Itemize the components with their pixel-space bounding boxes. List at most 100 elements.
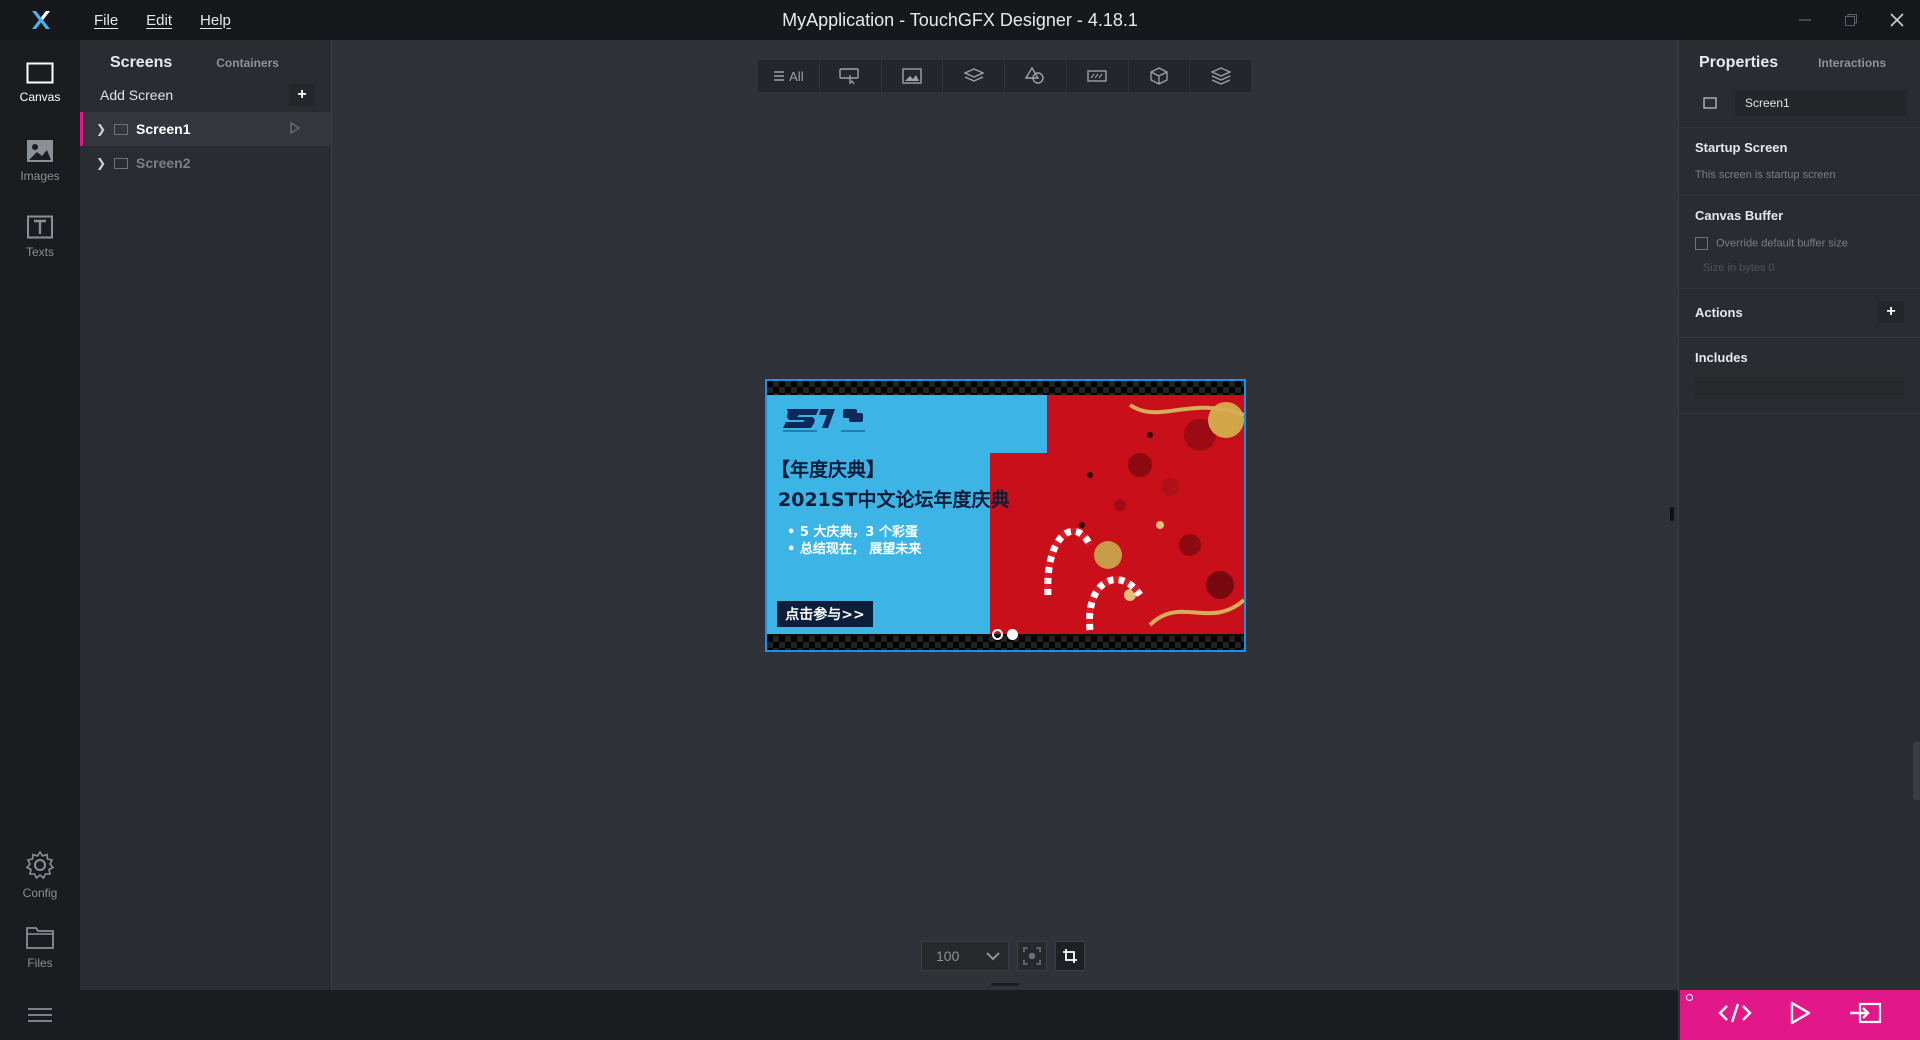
zoom-select[interactable]: 100	[921, 941, 1009, 971]
title-bar: File Edit Help MyApplication - TouchGFX …	[0, 0, 1920, 40]
filter-misc-button[interactable]	[1190, 60, 1251, 92]
nav-files[interactable]: Files	[0, 912, 80, 982]
canvas-area[interactable]: All 【年度庆典】 2021ST中文论坛年度庆典 • 5 大庆典，3 个彩蛋 …	[333, 40, 1677, 990]
menu-bar: File Edit Help	[80, 12, 245, 29]
filter-shapes-button[interactable]	[1005, 60, 1067, 92]
fit-to-screen-button[interactable]	[1017, 941, 1047, 971]
tab-containers[interactable]: Containers	[216, 56, 279, 78]
crop-icon	[1063, 949, 1077, 963]
run-on-target-icon	[1850, 1002, 1882, 1023]
touchgfx-logo-icon	[0, 0, 80, 40]
filter-input-button[interactable]	[1067, 60, 1129, 92]
tab-properties[interactable]: Properties	[1699, 54, 1778, 78]
layers-icon	[963, 68, 984, 82]
image-widget-icon	[902, 68, 922, 84]
minimize-button[interactable]	[1782, 0, 1828, 40]
screen-item-screen2[interactable]: ❯ Screen2	[80, 146, 331, 180]
includes-field[interactable]	[1695, 377, 1904, 399]
chevron-right-icon[interactable]: ❯	[96, 122, 108, 136]
buffer-size-field: Size in bytes 0	[1703, 262, 1775, 274]
hamburger-icon	[28, 1008, 52, 1022]
override-buffer-checkbox[interactable]	[1695, 237, 1708, 250]
close-button[interactable]	[1874, 0, 1920, 40]
gear-icon	[25, 850, 55, 880]
override-buffer-row: Override default buffer size	[1695, 237, 1904, 250]
page-indicator[interactable]	[992, 629, 1018, 640]
page-dot-active[interactable]	[1007, 629, 1018, 640]
zoom-value: 100	[936, 948, 960, 964]
right-edge-handle[interactable]	[1913, 742, 1920, 800]
filter-3d-button[interactable]	[1129, 60, 1191, 92]
nav-texts-label: Texts	[25, 245, 54, 259]
chevron-right-icon[interactable]: ❯	[96, 156, 108, 170]
transparent-strip	[767, 381, 1244, 395]
filter-all-button[interactable]: All	[758, 60, 820, 92]
filter-interaction-button[interactable]	[820, 60, 882, 92]
widget-toolbar: All	[758, 60, 1251, 92]
run-target-button[interactable]	[1848, 1001, 1882, 1030]
list-icon	[774, 71, 785, 81]
includes-title: Includes	[1695, 350, 1748, 365]
generate-code-button[interactable]	[1718, 1002, 1752, 1029]
screen-name-row: Screen1	[1679, 78, 1920, 128]
window-controls	[1782, 0, 1920, 40]
restore-button[interactable]	[1828, 0, 1874, 40]
3d-box-icon	[1150, 67, 1168, 85]
properties-splitter-handle[interactable]	[1670, 507, 1674, 521]
menu-file[interactable]: File	[80, 12, 132, 29]
add-action-button[interactable]: +	[1878, 301, 1904, 323]
menu-help[interactable]: Help	[186, 12, 245, 29]
menu-hamburger-button[interactable]	[0, 990, 80, 1040]
add-screen-label: Add Screen	[100, 87, 174, 103]
nav-canvas[interactable]: Canvas	[0, 48, 80, 118]
status-bar	[80, 990, 1678, 1040]
banner-image[interactable]: 【年度庆典】 2021ST中文论坛年度庆典 • 5 大庆典，3 个彩蛋 • 总结…	[767, 395, 1244, 634]
focus-icon	[1023, 947, 1041, 965]
text-icon	[27, 215, 53, 239]
nav-texts[interactable]: Texts	[0, 202, 80, 272]
shapes-icon	[1025, 67, 1045, 84]
interaction-icon	[839, 68, 859, 85]
banner-cta-button[interactable]: 点击参与>>	[777, 601, 873, 627]
zoom-controls: 100	[921, 941, 1085, 971]
crop-button[interactable]	[1055, 941, 1085, 971]
screens-tabs: Screens Containers	[80, 40, 331, 78]
screens-panel: Screens Containers Add Screen + ❯ Screen…	[80, 40, 332, 990]
properties-panel: Properties Interactions Screen1 Startup …	[1678, 40, 1920, 990]
screen-box-icon	[114, 123, 128, 135]
add-screen-row: Add Screen +	[80, 78, 331, 112]
play-icon	[1790, 1001, 1811, 1024]
keyboard-icon	[1087, 70, 1107, 82]
screen-box-icon	[1703, 96, 1717, 109]
filter-containers-button[interactable]	[943, 60, 1005, 92]
nav-images[interactable]: Images	[0, 126, 80, 196]
banner-title-2: 2021ST中文论坛年度庆典	[778, 489, 1010, 511]
nav-images-label: Images	[20, 169, 60, 183]
screen-name-input[interactable]: Screen1	[1735, 89, 1907, 116]
run-simulator-button[interactable]	[1788, 1001, 1812, 1030]
panel-splitter-handle[interactable]	[991, 983, 1019, 986]
page-dot[interactable]	[992, 629, 1003, 640]
nav-config[interactable]: Config	[0, 840, 80, 910]
filter-images-button[interactable]	[882, 60, 944, 92]
startup-play-icon[interactable]	[289, 122, 301, 134]
screen-name: Screen2	[136, 155, 191, 171]
menu-edit[interactable]: Edit	[132, 12, 186, 29]
nav-config-label: Config	[22, 886, 58, 900]
startup-screen-text: This screen is startup screen	[1695, 169, 1836, 181]
left-nav: Canvas Images Texts Config Files	[0, 40, 80, 1040]
add-screen-button[interactable]: +	[289, 84, 315, 106]
actions-section: Actions +	[1679, 289, 1920, 338]
properties-tabs: Properties Interactions	[1679, 40, 1920, 78]
screen-item-screen1[interactable]: ❯ Screen1	[80, 112, 331, 146]
startup-screen-section: Startup Screen This screen is startup sc…	[1679, 128, 1920, 196]
screen-box-icon	[114, 157, 128, 169]
tab-interactions[interactable]: Interactions	[1818, 56, 1886, 78]
includes-section: Includes	[1679, 338, 1920, 414]
tab-screens[interactable]: Screens	[110, 54, 172, 78]
status-indicator-icon	[1686, 994, 1693, 1001]
banner-title-1: 【年度庆典】	[771, 459, 886, 481]
canvas-buffer-title: Canvas Buffer	[1695, 208, 1784, 223]
nav-files-label: Files	[27, 956, 53, 970]
screen-preview-canvas[interactable]: 【年度庆典】 2021ST中文论坛年度庆典 • 5 大庆典，3 个彩蛋 • 总结…	[765, 379, 1246, 652]
